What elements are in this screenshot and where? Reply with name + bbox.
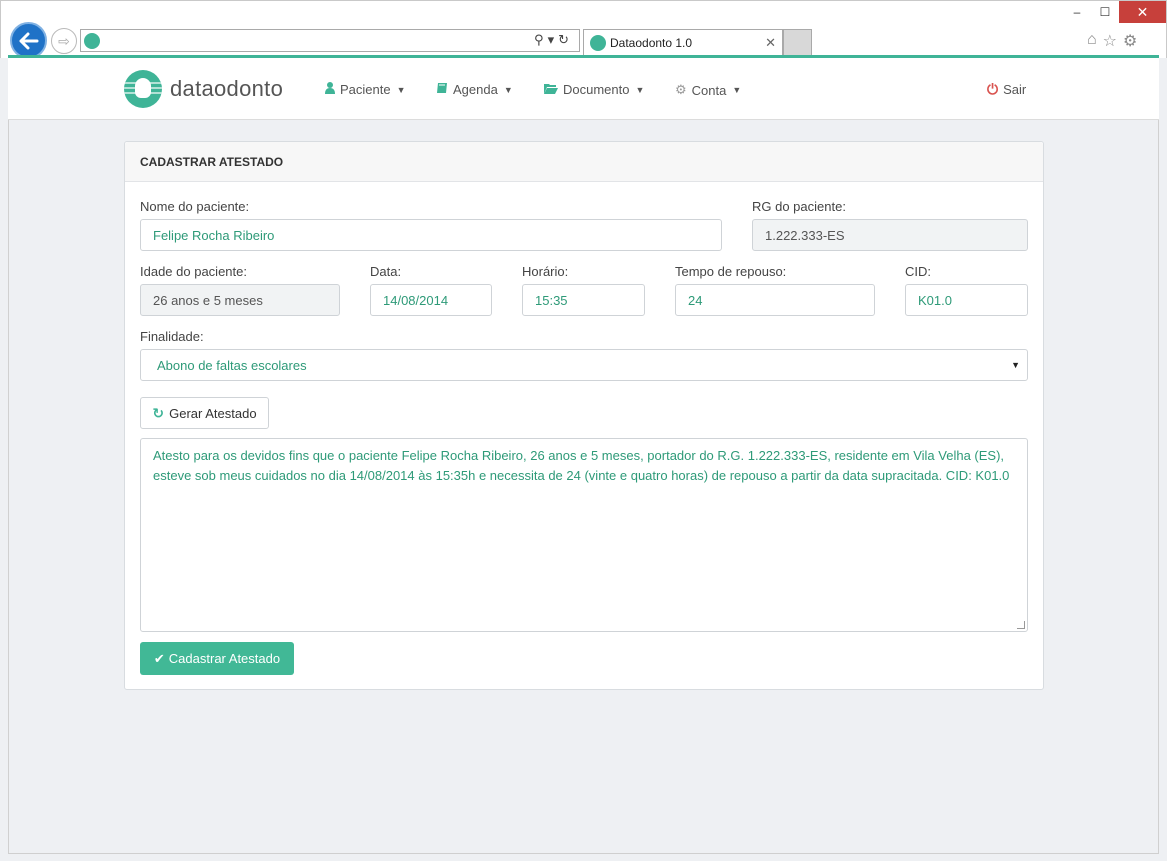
address-bar[interactable]: ⚲▾↻	[80, 29, 580, 52]
nav-conta-label: Conta	[691, 82, 727, 98]
nav-conta[interactable]: ⚙ Conta ▼	[675, 82, 741, 98]
nav-agenda[interactable]: Agenda ▼	[436, 82, 513, 97]
patient-rg-input: 1.222.333-ES	[752, 219, 1028, 251]
idade-label: Idade do paciente:	[140, 264, 247, 279]
maximize-button[interactable]: ☐	[1089, 1, 1121, 23]
nav-documento-label: Documento	[563, 82, 630, 97]
purpose-select[interactable]: Abono de faltas escolares ▼	[140, 349, 1028, 381]
search-icon[interactable]: ⚲	[534, 32, 548, 47]
save-certificate-button[interactable]: ✔ Cadastrar Atestado	[140, 642, 294, 675]
power-icon: ⏻	[987, 81, 999, 97]
generate-button-label: Gerar Atestado	[169, 405, 257, 421]
brand-name: dataodonto	[170, 76, 284, 101]
horario-label: Horário:	[522, 264, 569, 279]
tab-title: Dataodonto 1.0	[610, 36, 693, 50]
star-icon[interactable]: ☆	[1103, 31, 1117, 51]
gear-icon: ⚙	[675, 82, 687, 97]
caret-down-icon: ▼	[635, 84, 645, 95]
tooth-logo-icon	[124, 70, 162, 108]
tab-favicon-icon	[590, 35, 606, 51]
browser-chrome: – ☐ ✕ ⇨ ⚲▾↻ Dataodonto 1.0 ✕ ⌂ ☆ ⚙	[0, 0, 1167, 59]
check-icon: ✔	[153, 650, 165, 666]
new-tab-button[interactable]	[783, 29, 812, 56]
date-input[interactable]: 14/08/2014	[370, 284, 492, 316]
brand-logo[interactable]: dataodonto	[124, 70, 283, 108]
nav-paciente[interactable]: Paciente ▼	[325, 82, 406, 97]
patient-age-input: 26 anos e 5 meses	[140, 284, 340, 316]
folder-open-icon	[544, 83, 558, 97]
address-tools[interactable]: ⚲▾↻	[534, 32, 573, 48]
rg-label: RG do paciente:	[752, 199, 846, 214]
time-input[interactable]: 15:35	[522, 284, 645, 316]
home-icon[interactable]: ⌂	[1087, 31, 1097, 51]
logout-label: Sair	[1003, 82, 1027, 97]
dropdown-icon[interactable]: ▾	[548, 32, 559, 47]
cid-input[interactable]: K01.0	[905, 284, 1028, 316]
forward-button[interactable]: ⇨	[51, 28, 77, 54]
panel-title: CADASTRAR ATESTADO	[125, 142, 1043, 182]
caret-down-icon: ▼	[732, 85, 742, 95]
patient-name-input[interactable]: Felipe Rocha Ribeiro	[140, 219, 722, 251]
generate-certificate-button[interactable]: ↻ Gerar Atestado	[140, 397, 269, 429]
site-favicon-icon	[84, 33, 100, 49]
purpose-selected-value: Abono de faltas escolares	[157, 357, 307, 373]
certificate-form-panel: CADASTRAR ATESTADO Nome do paciente: Fel…	[124, 141, 1044, 690]
nav-paciente-label: Paciente	[340, 82, 391, 97]
nav-agenda-label: Agenda	[453, 82, 498, 97]
refresh-icon[interactable]: ↻	[558, 32, 573, 47]
arrow-left-icon	[19, 32, 38, 49]
close-window-button[interactable]: ✕	[1119, 1, 1166, 23]
back-button[interactable]	[10, 22, 47, 59]
nav-documento[interactable]: Documento ▼	[544, 82, 644, 97]
browser-tab[interactable]: Dataodonto 1.0 ✕	[583, 29, 783, 56]
browser-toolbar-icons: ⌂ ☆ ⚙	[1087, 31, 1137, 51]
nome-label: Nome do paciente:	[140, 199, 250, 214]
user-icon	[325, 82, 335, 97]
save-button-label: Cadastrar Atestado	[168, 651, 281, 666]
book-icon	[436, 82, 448, 97]
window-bottom-border	[8, 853, 1159, 854]
select-caret-icon: ▼	[1011, 360, 1020, 370]
gear-icon[interactable]: ⚙	[1123, 31, 1137, 51]
app-navbar: dataodonto Paciente ▼ Agenda ▼ Documento…	[8, 58, 1159, 120]
arrow-right-icon: ⇨	[58, 32, 70, 49]
certificate-textarea[interactable]: Atesto para os devidos fins que o pacien…	[140, 438, 1028, 632]
refresh-icon: ↻	[152, 404, 165, 421]
tab-close-icon[interactable]: ✕	[765, 35, 776, 51]
finalidade-label: Finalidade:	[140, 329, 204, 344]
rest-time-input[interactable]: 24	[675, 284, 875, 316]
cid-label: CID:	[905, 264, 931, 279]
repouso-label: Tempo de repouso:	[675, 264, 787, 279]
certificate-text: Atesto para os devidos fins que o pacien…	[153, 448, 1010, 483]
resize-handle-icon[interactable]	[1017, 621, 1025, 629]
caret-down-icon: ▼	[396, 84, 406, 95]
data-label: Data:	[370, 264, 402, 279]
caret-down-icon: ▼	[503, 84, 513, 95]
logout-link[interactable]: ⏻ Sair	[987, 81, 1026, 98]
